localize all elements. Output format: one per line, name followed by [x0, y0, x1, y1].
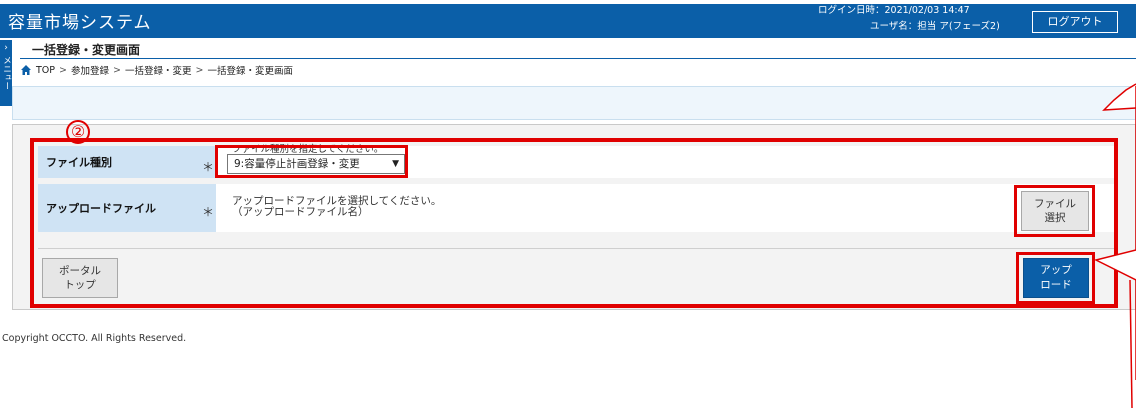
title-divider [20, 58, 1136, 59]
user-name: ユーザ名：担当 ア(フェーズ2) [870, 21, 1000, 32]
login-datetime: ログイン日時：2021/02/03 14:47 [818, 5, 970, 16]
breadcrumb-top[interactable]: TOP [36, 65, 55, 76]
message-area [12, 86, 1136, 120]
callout-shape [1093, 83, 1136, 408]
breadcrumb-separator: > [59, 64, 67, 76]
app-header: 容量市場システム ログイン日時：2021/02/03 14:47 ユーザ名：担当… [0, 0, 1136, 38]
chevron-right-icon: › [4, 43, 8, 53]
menu-label: メニュー [1, 56, 12, 90]
app-title: 容量市場システム [8, 13, 152, 33]
breadcrumb-participation[interactable]: 参加登録 [71, 63, 109, 77]
annotation-number: ② [66, 120, 90, 144]
side-menu-tab[interactable]: › メニュー [0, 40, 12, 106]
highlight-form-area [30, 138, 1118, 308]
breadcrumb-bulk[interactable]: 一括登録・変更 [125, 63, 192, 77]
breadcrumb-separator: > [195, 64, 204, 76]
logout-button[interactable]: ログアウト [1032, 11, 1118, 33]
login-info: ログイン日時：2021/02/03 14:47 ユーザ名：担当 ア(フェーズ2) [818, 3, 1018, 35]
home-icon[interactable] [20, 64, 32, 76]
breadcrumb: TOP > 参加登録 > 一括登録・変更 > 一括登録・変更画面 [20, 62, 293, 78]
page-title: 一括登録・変更画面 [32, 43, 141, 57]
breadcrumb-current: 一括登録・変更画面 [207, 66, 293, 77]
copyright: Copyright OCCTO. All Rights Reserved. [2, 333, 187, 344]
breadcrumb-separator: > [113, 64, 121, 76]
